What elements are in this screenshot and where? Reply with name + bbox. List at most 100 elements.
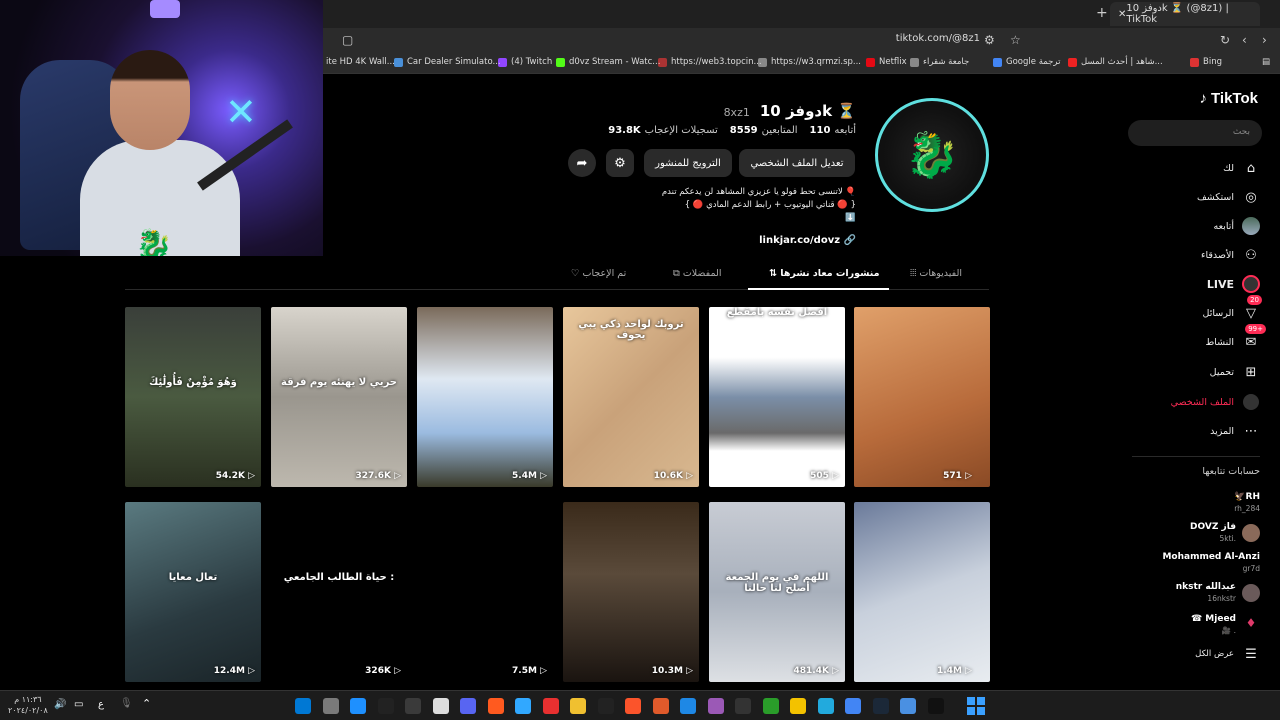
- following-account[interactable]: ☎ Mjeed 🎥 . ♦: [1191, 614, 1260, 636]
- bookmark-university[interactable]: جامعة شقراء: [910, 57, 969, 67]
- photoshop-icon[interactable]: [515, 698, 531, 714]
- nav-messages[interactable]: الرسائل ▽ 20: [1203, 295, 1262, 323]
- taskbar-app-icon[interactable]: [295, 698, 311, 714]
- active-tab-indicator: [748, 288, 889, 290]
- orange-app-icon[interactable]: [487, 698, 504, 714]
- bookmark-d0vz-stream[interactable]: d0vz Stream - Watc...: [556, 57, 660, 67]
- bookmark-twitch[interactable]: (4) Twitch: [498, 57, 552, 67]
- steam-icon[interactable]: [405, 698, 421, 714]
- nav-following[interactable]: أتابعه: [1214, 216, 1260, 236]
- settings-gear-icon[interactable]: ⚙: [606, 149, 634, 177]
- nav-activity[interactable]: النشاط ✉ 99+: [1205, 324, 1266, 352]
- nav-explore[interactable]: استكشف ◎: [1197, 187, 1260, 207]
- nav-profile[interactable]: الملف الشخصي: [1171, 392, 1260, 412]
- bookmark-netflix[interactable]: Netflix: [866, 57, 907, 67]
- bookmark-topcin[interactable]: https://web3.topcin...: [658, 57, 762, 67]
- tab-reposts[interactable]: ⇅ منشورات معاد نشرها: [769, 268, 880, 279]
- terminal-icon[interactable]: [377, 698, 394, 714]
- windows-start-button[interactable]: [967, 697, 985, 715]
- profile-avatar[interactable]: 🐉: [875, 98, 989, 212]
- browser-tab-active[interactable]: ✕ دوفز 10k ⏳ (@8z1) | TikTok: [1110, 2, 1260, 26]
- nav-more[interactable]: المزيد ⋯: [1210, 421, 1260, 441]
- bookmark-google-translate[interactable]: Google ترجمة: [993, 57, 1060, 67]
- share-icon[interactable]: ➦: [568, 149, 596, 177]
- tab-favorites[interactable]: ⧉ المفضلات: [673, 268, 722, 279]
- nav-for-you[interactable]: لك ⌂: [1223, 158, 1260, 178]
- url-field[interactable]: tiktok.com/@8z1: [860, 33, 980, 44]
- video-thumbnail[interactable]: 7.5M ▷: [417, 502, 553, 682]
- profile-link[interactable]: linkjar.co/dovz 🔗: [759, 235, 856, 246]
- video-thumbnail[interactable]: تروبك لواحد ذكي يبي يحوف 10.6K ▷: [563, 307, 699, 487]
- tab-videos[interactable]: ⦙⦙⦙ الفيديوهات: [910, 268, 962, 279]
- followers-stat[interactable]: 8559 المتابعين: [730, 125, 798, 136]
- bookmark-wallpaper[interactable]: ite HD 4K Wall...: [326, 57, 395, 67]
- following-account[interactable]: Mohammed Al-Anzi gr7d: [1162, 552, 1260, 574]
- video-views: 5.4M ▷: [512, 471, 547, 481]
- green-app-icon[interactable]: [762, 698, 779, 714]
- bookmark-icon[interactable]: ☆: [1010, 33, 1021, 47]
- video-thumbnail[interactable]: اللهم في يوم الجمعة أصلح لنا حالنا 481.4K…: [709, 502, 845, 682]
- video-thumbnail[interactable]: افصل نفسه بامقطع 505 ▷: [709, 307, 845, 487]
- video-thumbnail[interactable]: 10.3M ▷: [563, 502, 699, 682]
- edit-profile-button[interactable]: تعديل الملف الشخصي: [739, 149, 855, 177]
- taskbar-clock[interactable]: ١١:٣٦ م ٢٠٢٤/٠٢/٠٨: [8, 694, 48, 716]
- promote-post-button[interactable]: الترويج للمنشور: [644, 149, 732, 177]
- video-thumbnail[interactable]: تعال معايا 12.4M ▷: [125, 502, 261, 682]
- bookmark-car-dealer[interactable]: Car Dealer Simulato...: [394, 57, 501, 67]
- steam-client-icon[interactable]: [872, 698, 889, 714]
- bookmarks-folder-icon[interactable]: ▤: [1262, 57, 1270, 67]
- edge-icon[interactable]: [680, 698, 696, 714]
- tab-liked[interactable]: ♡ تم الإعجاب: [571, 268, 626, 279]
- more-icon: ⋯: [1244, 423, 1258, 439]
- nav-upload[interactable]: تحميل ⊞: [1210, 362, 1260, 382]
- game-app-icon[interactable]: [652, 698, 669, 714]
- video-thumbnail[interactable]: 5.4M ▷: [417, 307, 553, 487]
- tiles-icon[interactable]: [432, 698, 449, 714]
- search-input[interactable]: بحث: [1128, 120, 1262, 146]
- language-indicator[interactable]: ع: [98, 699, 104, 710]
- tiktok-logo[interactable]: ♪ TikTok: [1200, 90, 1258, 107]
- nav-friends[interactable]: الأصدقاء ⚇: [1201, 245, 1260, 265]
- nav-live[interactable]: LIVE: [1207, 274, 1260, 294]
- folder-icon[interactable]: [570, 698, 586, 714]
- media-app-icon[interactable]: [900, 698, 916, 714]
- video-thumbnail[interactable]: 1.4M ▷: [854, 502, 990, 682]
- bookmark-bing[interactable]: Bing: [1190, 57, 1222, 67]
- video-views: 10.6K ▷: [653, 471, 693, 481]
- chat-app-icon[interactable]: [817, 698, 834, 714]
- mic-icon[interactable]: 🎙: [120, 698, 133, 709]
- brave-browser-icon[interactable]: [625, 698, 641, 714]
- network-icon[interactable]: ▭: [74, 699, 83, 710]
- dragon-logo-icon: 🐉: [904, 130, 960, 181]
- site-settings-icon[interactable]: ⚙: [984, 33, 995, 47]
- search-app-icon[interactable]: [350, 698, 366, 714]
- yellow-app-icon[interactable]: [790, 698, 806, 714]
- epic-games-icon[interactable]: [927, 698, 944, 714]
- screen-share-icon[interactable]: ▢: [342, 33, 353, 47]
- bookmark-qrmzi[interactable]: https://w3.qrmzi.sp...: [758, 57, 861, 67]
- following-account[interactable]: 🦅RH rh_284: [1234, 492, 1260, 514]
- following-account[interactable]: nkstr عبدالله 16nkstr: [1176, 582, 1260, 604]
- volume-icon[interactable]: 🔊: [54, 699, 66, 710]
- following-stat[interactable]: 110 أتابعه: [810, 125, 856, 136]
- video-thumbnail[interactable]: حريي لا يهنئه يوم فرقة 327.6K ▷: [271, 307, 407, 487]
- office-icon[interactable]: [542, 698, 559, 714]
- premiere-icon[interactable]: [707, 698, 724, 714]
- following-account[interactable]: DOVZ فاز 5kti.: [1190, 522, 1260, 544]
- forward-icon[interactable]: ›: [1262, 33, 1267, 47]
- tiktok-sidebar: ♪ TikTok بحث لك ⌂ استكشف ◎ أتابعه الأصدقاء…: [1128, 74, 1280, 690]
- chrome-icon[interactable]: [845, 698, 861, 714]
- discord-icon[interactable]: [460, 698, 476, 714]
- show-all-accounts[interactable]: عرض الكل ☰: [1195, 644, 1260, 664]
- file-explorer-icon[interactable]: [322, 698, 339, 714]
- tray-chevron-icon[interactable]: ⌃: [142, 697, 151, 710]
- obs-icon[interactable]: [735, 698, 751, 714]
- new-tab-button[interactable]: +: [1096, 5, 1108, 21]
- video-thumbnail[interactable]: وَهُوَ مُؤْمِنٌ فَأُولَٰئِكَ 54.2K ▷: [125, 307, 261, 487]
- back-icon[interactable]: ‹: [1242, 33, 1247, 47]
- reload-icon[interactable]: ↻: [1220, 33, 1230, 47]
- video-thumbnail[interactable]: حياة الطالب الجامعي : 326K ▷: [271, 502, 407, 682]
- bookmark-shahid[interactable]: شاهد | أحدث المسل...: [1068, 57, 1163, 67]
- coding-app-icon[interactable]: [597, 698, 614, 714]
- video-thumbnail[interactable]: 571 ▷: [854, 307, 990, 487]
